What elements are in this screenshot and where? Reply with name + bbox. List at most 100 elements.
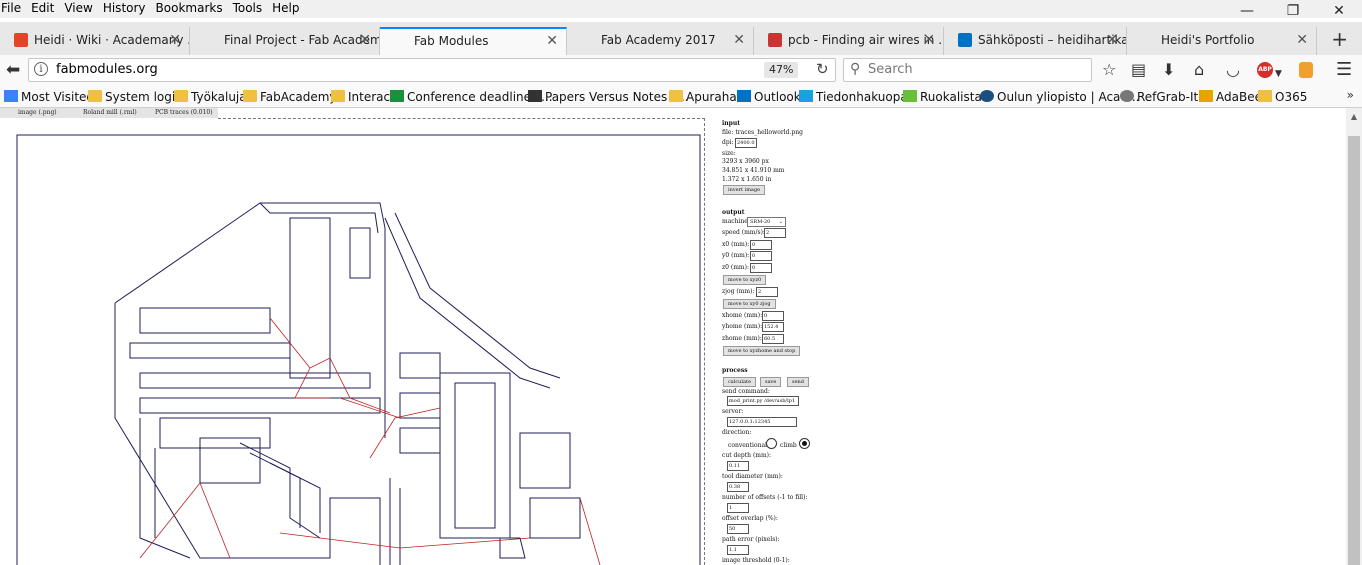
move-to-zjog-button[interactable]: move to xy0 zjog	[723, 299, 776, 309]
machine-select[interactable]: SRM-20 ⌄	[747, 217, 786, 227]
bookmark-item[interactable]: Tiedonhakuopas	[799, 90, 914, 104]
browser-tab[interactable]: Sähköposti – heidihartikai... ✕	[944, 27, 1127, 55]
menu-history[interactable]: History	[102, 1, 151, 15]
bookmark-item[interactable]: Apurahat	[669, 90, 741, 104]
menu-edit[interactable]: Edit	[30, 1, 59, 15]
bookmark-star-icon[interactable]: ☆	[1102, 60, 1116, 80]
bookmark-item[interactable]: RefGrab-It	[1120, 90, 1198, 104]
format-tab-pcb-traces[interactable]: PCB traces (0.010)	[155, 109, 213, 116]
menu-view[interactable]: View	[63, 1, 97, 15]
close-tab-icon[interactable]: ✕	[359, 27, 371, 53]
menu-tools[interactable]: Tools	[232, 1, 268, 15]
close-tab-icon[interactable]: ✕	[546, 29, 558, 53]
invert-image-button[interactable]: invert image	[723, 185, 766, 195]
pocket-icon[interactable]: ◡	[1226, 60, 1240, 80]
dpi-input[interactable]	[735, 138, 757, 148]
restore-icon[interactable]: ❐	[1270, 0, 1316, 22]
y0-input[interactable]	[750, 251, 772, 261]
bookmark-item[interactable]: Ruokalistat	[903, 90, 987, 104]
bookmark-item[interactable]: Most Visited	[4, 90, 94, 104]
hamburger-menu-icon[interactable]: ☰	[1336, 60, 1352, 80]
bookmark-item[interactable]: Interact	[331, 90, 395, 104]
close-tab-icon[interactable]: ✕	[923, 27, 935, 53]
site-info-icon[interactable]: i	[34, 62, 48, 76]
overlap-input[interactable]	[727, 524, 749, 534]
send-command-input[interactable]	[727, 396, 799, 406]
air-wire	[339, 397, 401, 419]
vertical-scrollbar[interactable]: ▲	[1346, 108, 1362, 565]
close-tab-icon[interactable]: ✕	[733, 27, 745, 53]
new-tab-icon[interactable]: +	[1331, 27, 1348, 51]
save-button[interactable]: save	[760, 377, 782, 387]
url-text[interactable]: fabmodules.org	[56, 62, 158, 77]
bookmarks-overflow-icon[interactable]: »	[1347, 88, 1354, 102]
format-tab-image[interactable]: image (.png)	[18, 109, 57, 116]
browser-tab[interactable]: pcb - Finding air wires in ... ✕	[754, 27, 944, 55]
downloads-icon[interactable]: ⬇	[1162, 60, 1175, 80]
browser-tab[interactable]: Fab Modules ✕	[380, 27, 567, 55]
close-window-icon[interactable]: ✕	[1316, 0, 1362, 22]
move-to-xyz0-button[interactable]: move to xyz0	[723, 275, 767, 285]
send-button[interactable]: send	[787, 377, 809, 387]
browser-tab[interactable]: Heidi's Portfolio ✕	[1127, 27, 1317, 55]
x0-input[interactable]	[750, 240, 772, 250]
close-tab-icon[interactable]: ✕	[1106, 27, 1118, 53]
browser-tab[interactable]: Heidi · Wiki · Academany ... ✕	[0, 27, 190, 55]
trace-outline	[139, 418, 191, 559]
folder-icon	[669, 90, 683, 102]
offsets-input[interactable]	[727, 503, 749, 513]
tab-label: Sähköposti – heidihartikai...	[978, 33, 1127, 47]
address-bar[interactable]: i fabmodules.org 47% ↻	[28, 58, 836, 82]
bookmark-item[interactable]: Työkaluja	[174, 90, 247, 104]
menu-help[interactable]: Help	[271, 1, 304, 15]
menu-file[interactable]: File	[0, 1, 26, 15]
calculate-button[interactable]: calculate	[723, 377, 756, 387]
reading-list-icon[interactable]: ▤	[1131, 60, 1146, 80]
z0-input[interactable]	[750, 263, 772, 273]
browser-tab[interactable]: Final Project - Fab Academy 2...✕	[190, 27, 380, 55]
cut-depth-input[interactable]	[727, 461, 749, 471]
search-input[interactable]	[868, 62, 1078, 77]
trace-outline	[139, 397, 381, 414]
close-tab-icon[interactable]: ✕	[169, 27, 181, 53]
menu-bookmarks[interactable]: Bookmarks	[155, 1, 228, 15]
bookmark-item[interactable]: Papers Versus Notes –...	[528, 90, 688, 104]
adblock-icon[interactable]: ABP	[1257, 62, 1273, 78]
climb-label: climb	[780, 442, 797, 449]
bookmark-label: Papers Versus Notes –...	[545, 90, 689, 104]
bookmark-item[interactable]: FabAcademy	[243, 90, 337, 104]
bookmark-item[interactable]: O365	[1258, 90, 1307, 104]
yhome-input[interactable]	[762, 322, 784, 332]
back-arrow-icon[interactable]: ⬅	[6, 59, 20, 81]
xhome-input[interactable]	[762, 311, 784, 321]
tab-label: Final Project - Fab Academy 2...	[224, 33, 379, 47]
speed-label: speed (mm/s):	[722, 229, 765, 236]
bookmark-item[interactable]: Oulun yliopisto | Acad...	[980, 90, 1139, 104]
zjog-input[interactable]	[756, 287, 778, 297]
conventional-radio[interactable]	[766, 438, 777, 449]
browser-tab[interactable]: Fab Academy 2017 ✕	[567, 27, 754, 55]
move-to-home-button[interactable]: move to xyzhome and stop	[723, 346, 801, 356]
pad-outline	[139, 307, 271, 334]
adblock-dropdown-icon[interactable]: ▼	[1275, 64, 1282, 84]
format-tab-roland-mill[interactable]: Roland mill (.rml)	[83, 109, 137, 116]
bookmark-item[interactable]: System login	[88, 90, 183, 104]
server-input[interactable]	[727, 417, 797, 427]
minimize-icon[interactable]: —	[1224, 0, 1270, 22]
search-box[interactable]: ⚲	[843, 58, 1092, 82]
bookmark-item[interactable]: Outlook	[737, 90, 801, 104]
path-error-input[interactable]	[727, 545, 749, 555]
speed-input[interactable]	[764, 228, 786, 238]
scroll-up-icon[interactable]: ▲	[1346, 108, 1362, 125]
tool-diameter-input[interactable]	[727, 482, 749, 492]
zoom-level-badge[interactable]: 47%	[764, 62, 799, 78]
bookmark-item[interactable]: AdaBee	[1199, 90, 1262, 104]
extension-shield-icon[interactable]	[1299, 62, 1313, 78]
scrollbar-thumb[interactable]	[1348, 136, 1360, 565]
home-icon[interactable]: ⌂	[1194, 60, 1204, 80]
climb-radio[interactable]	[799, 438, 810, 449]
favicon-icon	[768, 33, 782, 47]
zhome-input[interactable]	[762, 334, 784, 344]
reload-icon[interactable]: ↻	[816, 60, 829, 78]
close-tab-icon[interactable]: ✕	[1296, 27, 1308, 53]
